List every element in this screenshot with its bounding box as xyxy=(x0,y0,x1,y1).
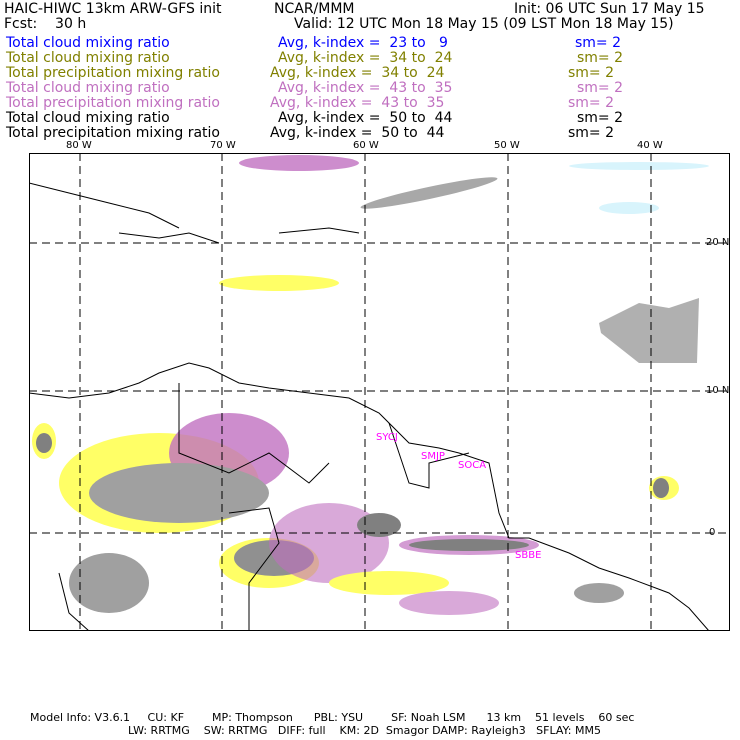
field-name: Total cloud mixing ratio xyxy=(6,50,170,66)
init-time: Init: 06 UTC Sun 17 May 15 xyxy=(514,1,705,17)
field-avg: Avg, k-index = 50 to 44 xyxy=(270,125,445,141)
field-avg: Avg, k-index = 34 to 24 xyxy=(278,50,453,66)
title: HAIC-HIWC 13km ARW-GFS init xyxy=(4,1,222,17)
field-name: Total precipitation mixing ratio xyxy=(6,125,220,141)
field-sm: sm= 2 xyxy=(577,110,624,126)
field-sm: sm= 2 xyxy=(568,125,615,141)
field-sm: sm= 2 xyxy=(568,65,615,81)
field-sm: sm= 2 xyxy=(568,95,615,111)
station-label: SMJP xyxy=(421,451,445,462)
field-name: Total cloud mixing ratio xyxy=(6,110,170,126)
field-avg: Avg, k-index = 50 to 44 xyxy=(278,110,453,126)
field-name: Total cloud mixing ratio xyxy=(6,35,170,51)
field-avg: Avg, k-index = 43 to 35 xyxy=(270,95,445,111)
field-sm: sm= 2 xyxy=(577,50,624,66)
field-name: Total precipitation mixing ratio xyxy=(6,95,220,111)
lon-label: 40 W xyxy=(637,140,663,151)
model-info-line2: LW: RRTMG SW: RRTMG DIFF: full KM: 2D Sm… xyxy=(128,724,601,737)
forecast-hour: Fcst: 30 h xyxy=(4,16,87,32)
field-avg: Avg, k-index = 43 to 35 xyxy=(278,80,453,96)
lon-label: 70 W xyxy=(210,140,236,151)
model-info-line1: Model Info: V3.6.1 CU: KF MP: Thompson P… xyxy=(30,711,635,724)
lon-label: 50 W xyxy=(494,140,520,151)
field-name: Total cloud mixing ratio xyxy=(6,80,170,96)
field-sm: sm= 2 xyxy=(575,35,622,51)
lon-label: 60 W xyxy=(353,140,379,151)
station-label: SYCJ xyxy=(376,432,398,443)
org: NCAR/MMM xyxy=(274,1,355,17)
station-label: SBBE xyxy=(515,550,541,561)
field-name: Total precipitation mixing ratio xyxy=(6,65,220,81)
field-avg: Avg, k-index = 23 to 9 xyxy=(278,35,448,51)
field-sm: sm= 2 xyxy=(577,80,624,96)
station-label: SOCA xyxy=(458,460,486,471)
cloud-area xyxy=(599,298,699,363)
field-avg: Avg, k-index = 34 to 24 xyxy=(270,65,445,81)
lon-label: 80 W xyxy=(66,140,92,151)
map-plot: SYCJ SMJP SOCA SBBE xyxy=(29,153,730,631)
valid-time: Valid: 12 UTC Mon 18 May 15 (09 LST Mon … xyxy=(294,16,674,32)
